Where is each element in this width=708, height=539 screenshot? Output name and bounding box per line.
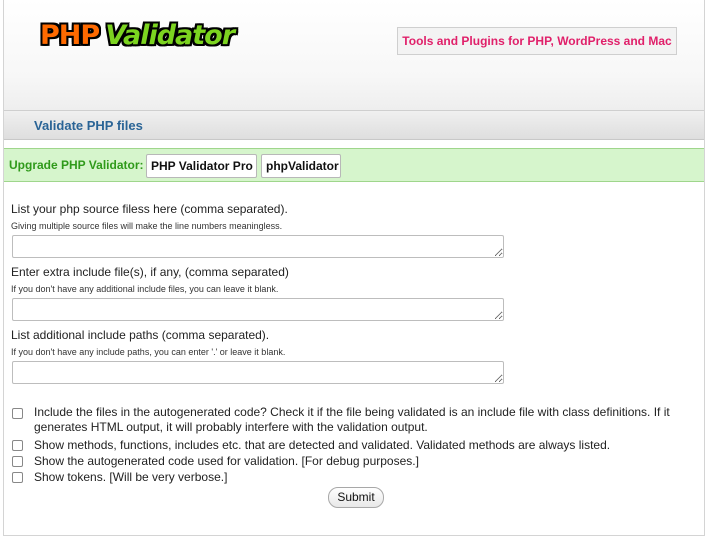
show-autogenerated-code-label: Show the autogenerated code used for val… [34, 454, 419, 468]
show-autogenerated-code-checkbox[interactable] [12, 456, 23, 467]
include-paths-input[interactable] [12, 361, 504, 384]
upgrade-bar: Upgrade PHP Validator: PHP Validator Pro… [4, 148, 704, 182]
include-files-input[interactable] [12, 298, 504, 321]
page-frame: PHP Validator Tools and Plugins for PHP, … [3, 0, 705, 536]
logo-php-text: PHP [40, 20, 100, 51]
tools-plugins-link[interactable]: Tools and Plugins for PHP, WordPress and… [397, 27, 677, 55]
phpvalidator-button[interactable]: phpValidator [261, 154, 341, 178]
include-paths-label: List additional include paths (comma sep… [11, 328, 270, 342]
upgrade-label: Upgrade PHP Validator: [9, 158, 144, 172]
show-methods-checkbox[interactable] [12, 440, 23, 451]
include-files-label: Enter extra include file(s), if any, (co… [11, 265, 289, 279]
page-title: Validate PHP files [34, 118, 143, 133]
include-files-hint: If you don't have any additional include… [11, 284, 279, 294]
submit-button[interactable]: Submit [328, 487, 384, 508]
php-validator-pro-button[interactable]: PHP Validator Pro [146, 154, 257, 178]
show-tokens-label: Show tokens. [Will be very verbose.] [34, 470, 228, 484]
page-title-bar: Validate PHP files [4, 110, 704, 140]
logo-validator-text: Validator [105, 20, 235, 51]
include-autogenerated-checkbox[interactable] [12, 408, 23, 419]
show-methods-label: Show methods, functions, includes etc. t… [34, 438, 611, 452]
source-files-label: List your php source filess here (comma … [11, 202, 288, 216]
source-files-hint: Giving multiple source files will make t… [11, 221, 283, 231]
include-autogenerated-label: Include the files in the autogenerated c… [34, 405, 670, 434]
site-header: PHP Validator Tools and Plugins for PHP, … [4, 0, 704, 110]
include-paths-hint: If you don't have any include paths, you… [11, 347, 286, 357]
site-logo[interactable]: PHP Validator [40, 20, 235, 51]
source-files-input[interactable] [12, 235, 504, 258]
show-tokens-checkbox[interactable] [12, 472, 23, 483]
